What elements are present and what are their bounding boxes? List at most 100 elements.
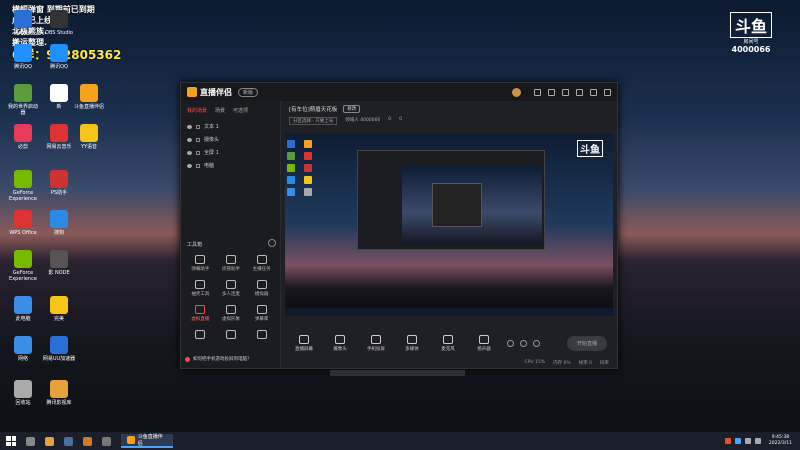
help-icon[interactable] — [268, 239, 276, 247]
titlebar-controls — [512, 87, 611, 97]
version-badge[interactable]: 新版 — [238, 87, 259, 97]
source-item[interactable]: 全屏 1 — [181, 146, 280, 159]
desktop-icon[interactable]: 腾讯影视库 — [42, 380, 76, 406]
desktop-icon[interactable]: 网络 — [6, 336, 40, 362]
desktop-icon-label: 必剪 — [17, 144, 28, 150]
room-number: 4000066 — [731, 45, 771, 54]
toolbox-item[interactable]: 多人连麦 — [216, 280, 247, 297]
toolbox-item[interactable]: 虚拟形象 — [216, 305, 247, 322]
desktop-icon[interactable]: 回收站 — [6, 380, 40, 406]
tab-options[interactable]: 可选项 — [233, 107, 248, 114]
app-name: 直播伴侣 — [200, 87, 232, 97]
input-method-icon[interactable] — [724, 438, 731, 444]
source-item[interactable]: 摄像头 — [181, 133, 280, 146]
desktop-icon-label: Adobe — [15, 30, 31, 36]
tip-link[interactable]: 如何把手机游戏投屏到电脑？ — [185, 356, 252, 362]
toolbox-item[interactable]: 主播任务 — [246, 255, 277, 272]
desktop-icon-label: OBS Studio — [45, 30, 73, 36]
lock-icon[interactable] — [196, 137, 200, 142]
volume-icon[interactable] — [744, 438, 751, 444]
eye-icon[interactable] — [187, 124, 192, 129]
taskbar-streaming-app[interactable]: 斗鱼直播伴侣 — [121, 434, 173, 448]
desktop-icon[interactable]: PS助手 — [42, 170, 76, 196]
media-button[interactable]: 多媒体 — [399, 334, 425, 352]
qq-taskbar-icon[interactable] — [45, 436, 54, 446]
steam-taskbar-icon[interactable] — [64, 436, 73, 446]
category-select[interactable]: 分区选择 · 只要上号 — [289, 117, 338, 125]
tab-scenes[interactable]: 场景 — [215, 107, 225, 114]
toolbox-item[interactable]: 弹幕助手 — [185, 255, 216, 272]
toolbox-item[interactable] — [185, 330, 216, 341]
record-icon[interactable] — [507, 339, 514, 347]
eye-icon[interactable] — [187, 163, 192, 168]
toolbox-item[interactable]: 模拟器 — [246, 280, 277, 297]
settings-icon[interactable] — [534, 88, 541, 96]
lock-icon[interactable] — [196, 124, 200, 129]
desktop-icon[interactable]: WPS Office — [6, 210, 40, 236]
desktop-icon[interactable]: 我的世界启动器 — [6, 84, 40, 116]
camera-button[interactable]: 摄像头 — [327, 334, 353, 352]
desktop-icon[interactable]: 此电脑 — [6, 296, 40, 322]
eye-icon[interactable] — [187, 150, 192, 155]
lock-icon[interactable] — [196, 150, 200, 155]
screen-capture-button[interactable]: 直播屏幕 — [291, 334, 317, 352]
toolbox-title: 工具箱 — [187, 242, 203, 248]
desktop-icon[interactable]: GeForce Experience — [6, 250, 40, 282]
desktop-icon[interactable]: 腾讯QQ — [42, 44, 76, 70]
settings-gear-icon[interactable] — [533, 339, 540, 347]
desktop-icon[interactable]: 腾讯QQ — [6, 44, 40, 70]
browser-taskbar-icon[interactable] — [102, 436, 111, 446]
desktop-icon[interactable]: 网易云音乐 — [42, 124, 76, 150]
stream-preview[interactable]: 斗鱼 — [285, 134, 613, 316]
toolbox-item[interactable]: 弹幕库 — [246, 305, 277, 322]
lock-icon[interactable] — [196, 163, 200, 168]
tool-label: 抽奖工具 — [191, 292, 210, 297]
preview-nested-preview — [402, 165, 542, 245]
skin-icon[interactable] — [548, 88, 555, 96]
desktop-icon[interactable]: GeForce Experience — [6, 170, 40, 202]
desktop-icon[interactable]: Adobe — [6, 10, 40, 36]
close-icon[interactable] — [604, 88, 611, 96]
microphone-button[interactable]: 麦克风 — [435, 334, 461, 352]
start-stream-button[interactable]: 开始直播 — [566, 335, 607, 351]
desktop-icon[interactable]: 斗鱼直播伴侣 — [72, 84, 106, 110]
desktop-icon[interactable]: 网易UU加速器 — [42, 336, 76, 362]
desktop-app-icon — [80, 124, 98, 142]
desktop-icon[interactable]: 新 — [42, 84, 76, 110]
start-icon[interactable] — [6, 436, 16, 446]
desktop-app-icon — [14, 44, 32, 62]
bitrate-status: 码率 — [600, 360, 609, 366]
toolbox-item[interactable]: 抽奖工具 — [185, 280, 216, 297]
tool-icon — [195, 280, 206, 289]
desktop-icon[interactable]: YY语音 — [72, 124, 106, 150]
taskbar-clock[interactable]: 9:45:38 2022/3/11 — [769, 435, 792, 447]
toolbox-item[interactable] — [246, 330, 277, 341]
desktop-app-icon — [50, 296, 68, 314]
source-item[interactable]: 文本 1 — [181, 120, 280, 133]
desktop-icon[interactable]: OBS Studio — [42, 10, 76, 36]
toolbox-item[interactable]: 房管助手 — [216, 255, 247, 272]
eye-icon[interactable] — [187, 137, 192, 142]
task-view-icon[interactable] — [26, 436, 35, 446]
tab-my-scenes[interactable]: 我的场景 — [187, 107, 207, 114]
screenshot-icon[interactable] — [520, 339, 527, 347]
toolbox-item[interactable]: 虚拟直播 — [185, 305, 216, 322]
desktop-icon[interactable]: 必剪 — [6, 124, 40, 150]
minimize-icon[interactable] — [576, 88, 583, 96]
desktop-icon[interactable]: 影 NODE — [42, 250, 76, 276]
maximize-icon[interactable] — [590, 88, 597, 96]
menu-icon[interactable] — [562, 88, 569, 96]
desktop-icon[interactable]: 完美 — [42, 296, 76, 322]
toolbox-item[interactable] — [216, 330, 247, 341]
tool-label: 房管助手 — [221, 267, 240, 272]
app-taskbar-icon[interactable] — [83, 436, 92, 446]
phone-cast-button[interactable]: 手机投屏 — [363, 334, 389, 352]
network-icon[interactable] — [734, 438, 741, 444]
source-item[interactable]: 电脑 — [181, 159, 280, 172]
avatar[interactable] — [512, 87, 521, 97]
desktop-icon[interactable]: 搜狗 — [42, 210, 76, 236]
edit-title-button[interactable]: 修改 — [343, 105, 361, 113]
desktop-icon-label: 网易云音乐 — [46, 144, 72, 150]
battery-icon[interactable] — [754, 438, 761, 444]
speaker-button[interactable]: 扬声器 — [471, 334, 497, 352]
